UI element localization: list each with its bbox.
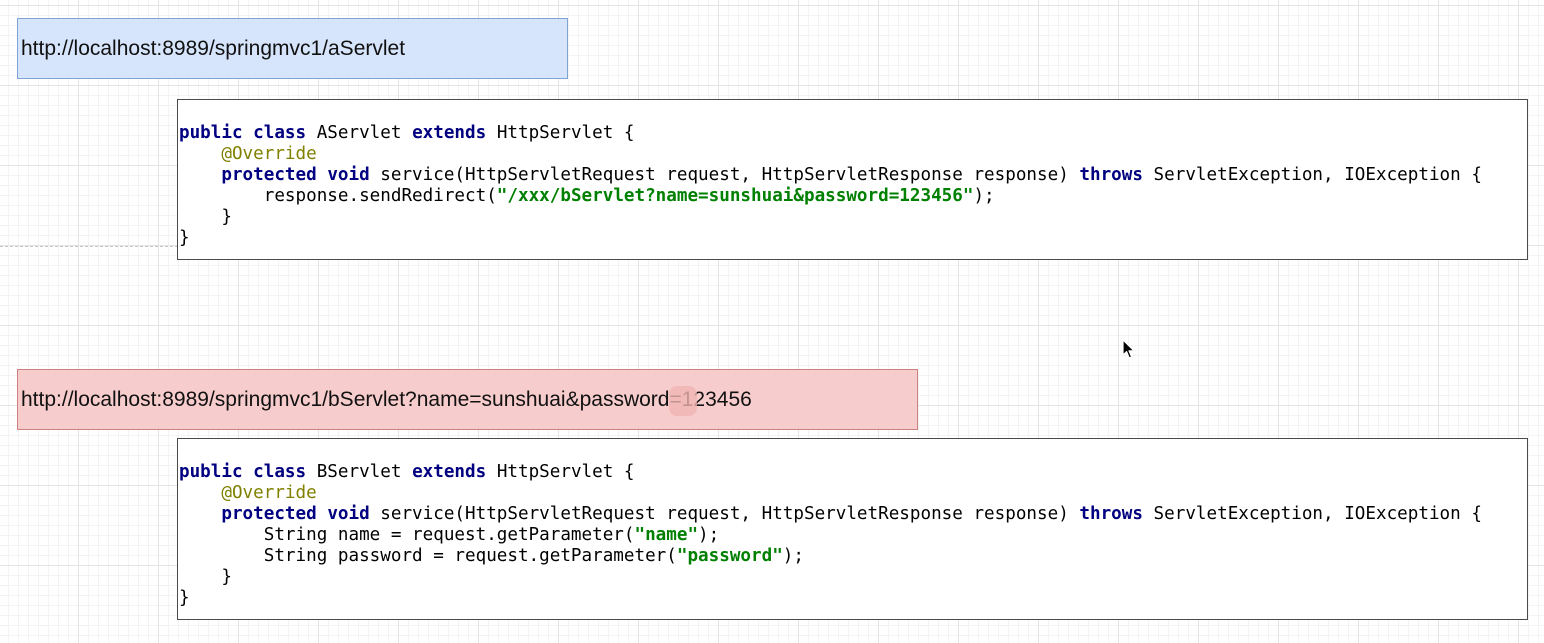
redirect-string: "/xxx/bServlet?name=sunshuai&password=12… — [496, 186, 974, 206]
method-exceptions: ServletException, IOException { — [1153, 504, 1482, 524]
url-a-text: http://localhost:8989/springmvc1/aServle… — [21, 36, 406, 60]
dashed-guide-line — [0, 246, 178, 247]
code-box-a-servlet: public class AServlet extends HttpServle… — [177, 99, 1528, 260]
get-name-call: String name = request.getParameter( — [263, 525, 635, 545]
code-block-a: public class AServlet extends HttpServle… — [179, 123, 1482, 249]
keyword: extends — [412, 462, 487, 482]
keyword: class — [253, 462, 307, 482]
method-close-brace: } — [221, 567, 232, 587]
keyword: void — [327, 504, 370, 524]
class-close-brace: } — [179, 588, 190, 608]
redirect-call: response.sendRedirect( — [263, 186, 497, 206]
method-exceptions: ServletException, IOException { — [1153, 165, 1482, 185]
statement-end: ); — [973, 186, 995, 206]
url-box-b-servlet: http://localhost:8989/springmvc1/bServle… — [17, 369, 918, 430]
code-block-b: public class BServlet extends HttpServle… — [179, 462, 1482, 609]
class-name: BServlet — [316, 462, 402, 482]
keyword: public — [179, 462, 243, 482]
method-signature: service(HttpServletRequest request, Http… — [380, 504, 1069, 524]
keyword: protected — [221, 504, 317, 524]
statement-end: ); — [698, 525, 720, 545]
password-string: "password" — [676, 546, 783, 566]
url-box-a-servlet: http://localhost:8989/springmvc1/aServle… — [17, 18, 568, 79]
annotation: @Override — [221, 483, 317, 503]
parent-class: HttpServlet { — [496, 462, 635, 482]
mouse-pointer-icon — [1122, 339, 1135, 359]
url-b-text: http://localhost:8989/springmvc1/bServle… — [21, 387, 752, 411]
keyword: throws — [1079, 504, 1143, 524]
get-password-call: String password = request.getParameter( — [263, 546, 677, 566]
method-signature: service(HttpServletRequest request, Http… — [380, 165, 1069, 185]
keyword: protected — [221, 165, 317, 185]
parent-class: HttpServlet { — [496, 123, 635, 143]
class-close-brace: } — [179, 228, 190, 248]
class-name: AServlet — [316, 123, 402, 143]
keyword: class — [253, 123, 307, 143]
statement-end: ); — [782, 546, 804, 566]
keyword: void — [327, 165, 370, 185]
keyword: public — [179, 123, 243, 143]
highlight-mark — [669, 386, 697, 416]
name-string: "name" — [634, 525, 699, 545]
keyword: extends — [412, 123, 487, 143]
code-box-b-servlet: public class BServlet extends HttpServle… — [177, 438, 1528, 620]
keyword: throws — [1079, 165, 1143, 185]
method-close-brace: } — [221, 207, 232, 227]
annotation: @Override — [221, 144, 317, 164]
